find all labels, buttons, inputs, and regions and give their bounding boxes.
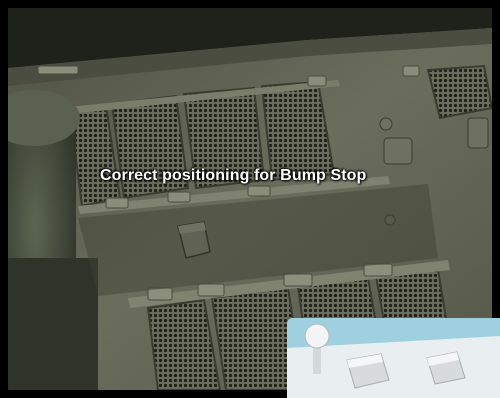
photo-frame: Correct positioning for Bump Stop [0,0,500,398]
inset-photo-parts [287,318,500,398]
photo-caption: Correct positioning for Bump Stop [100,167,367,184]
